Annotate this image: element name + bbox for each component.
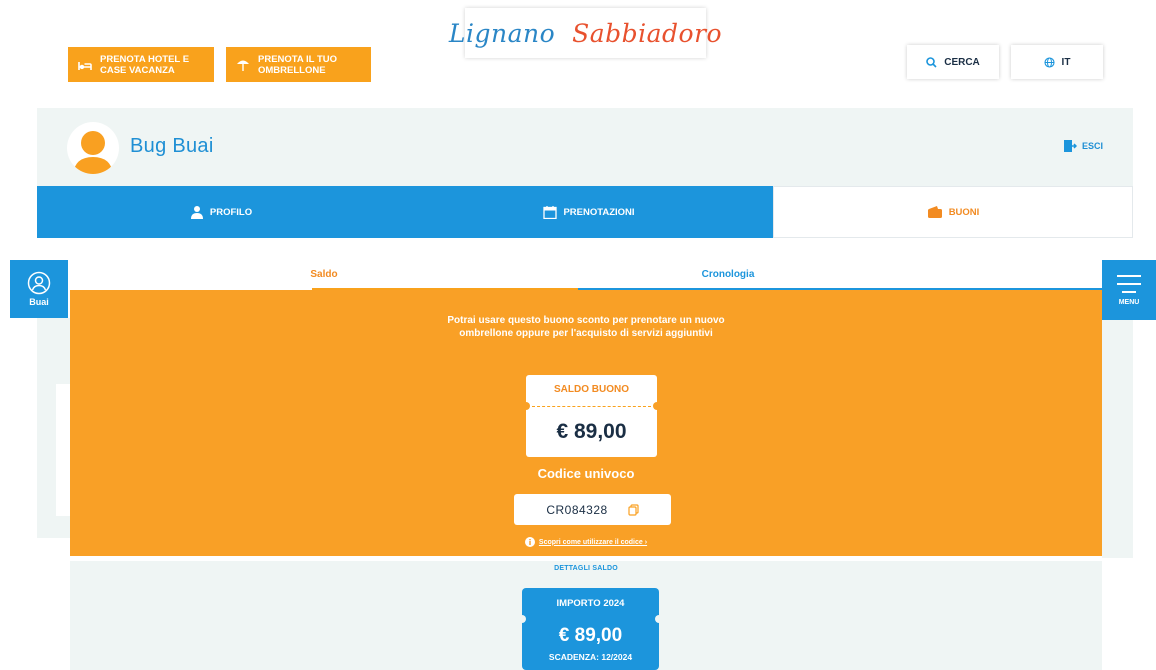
sub-tabs: Saldo Cronologia (70, 259, 1102, 290)
side-user-label: Buai (29, 297, 49, 307)
logo-text: Lignano Sabbiadoro (448, 18, 723, 48)
user-circle-icon (27, 271, 51, 295)
info-icon (524, 537, 535, 547)
hotel-bed-icon (78, 61, 92, 70)
amount-card-expiry: SCADENZA: 12/2024 (548, 652, 633, 662)
tab-prenotazioni-label: PRENOTAZIONI (563, 206, 635, 218)
side-menu-button[interactable]: MENU (1102, 260, 1156, 320)
left-inner-panel (56, 384, 70, 516)
avatar (67, 122, 119, 174)
copy-icon[interactable] (628, 503, 639, 516)
book-hotel-button[interactable]: PRENOTA HOTEL E CASE VACANZA (68, 47, 214, 82)
voucher-intro-text: Potrai usare questo buono sconto per pre… (447, 315, 725, 339)
user-name: Bug Buai (130, 135, 214, 157)
logout-icon (1063, 140, 1077, 152)
voucher-code-field[interactable]: CR084328 (514, 494, 671, 525)
tab-prenotazioni[interactable]: PRENOTAZIONI (405, 186, 773, 238)
amount-card-label: IMPORTO 2024 (556, 598, 625, 609)
menu-label: MENU (1118, 298, 1140, 306)
site-logo[interactable]: Lignano Sabbiadoro (449, 8, 722, 58)
user-bar: Bug Buai ESCI (37, 108, 1133, 186)
balance-amount: € 89,00 (556, 420, 627, 443)
search-button[interactable]: CERCA (907, 45, 999, 79)
tab-cronologia-label: Cronologia (701, 269, 755, 280)
amount-card: IMPORTO 2024 € 89,00 SCADENZA: 12/2024 (518, 588, 663, 670)
tab-buoni-label: BUONI (948, 206, 980, 218)
tab-profilo-label: PROFILO (209, 206, 253, 218)
language-button[interactable]: IT (1011, 45, 1103, 79)
logout-label: ESCI (1081, 141, 1103, 151)
wallet-icon (927, 206, 942, 218)
search-icon (926, 56, 937, 68)
balance-details-section: DETTAGLI SALDO IMPORTO 2024 € 89,00 SCAD… (70, 561, 1102, 670)
code-label: Codice univoco (537, 466, 635, 481)
book-umbrella-label: PRENOTA IL TUO OMBRELLONE (258, 53, 337, 76)
calendar-icon (543, 206, 558, 219)
search-label: CERCA (944, 56, 980, 68)
main-tabs: PROFILO PRENOTAZIONI BUONI (37, 186, 1133, 238)
right-background-panel (1102, 318, 1133, 558)
umbrella-icon (237, 60, 249, 71)
balance-card: SALDO BUONO € 89,00 (522, 375, 661, 457)
logout-button[interactable]: ESCI (1063, 139, 1103, 153)
balance-label: SALDO BUONO (554, 384, 629, 395)
amount-card-value: € 89,00 (558, 625, 623, 646)
language-label: IT (1061, 56, 1071, 68)
details-title: DETTAGLI SALDO (554, 565, 618, 572)
voucher-code: CR084328 (546, 502, 608, 517)
user-avatar-icon (73, 131, 113, 174)
tab-saldo-label: Saldo (310, 269, 338, 280)
tab-buoni[interactable]: BUONI (773, 186, 1133, 238)
howto-link-text: Scopri come utilizzare il codice › (538, 538, 648, 546)
book-umbrella-button[interactable]: PRENOTA IL TUO OMBRELLONE (226, 47, 371, 82)
tab-cronologia[interactable]: Cronologia (578, 259, 1102, 290)
book-hotel-label: PRENOTA HOTEL E CASE VACANZA (100, 53, 190, 76)
howto-link[interactable]: Scopri come utilizzare il codice › (70, 537, 1102, 547)
tab-saldo[interactable]: Saldo (70, 259, 580, 290)
tab-profilo[interactable]: PROFILO (37, 186, 405, 238)
side-user-tab[interactable]: Buai (10, 260, 68, 318)
voucher-panel: Potrai usare questo buono sconto per pre… (70, 290, 1102, 556)
hamburger-icon (1117, 274, 1141, 277)
globe-icon (1043, 56, 1055, 68)
person-icon (190, 206, 203, 219)
